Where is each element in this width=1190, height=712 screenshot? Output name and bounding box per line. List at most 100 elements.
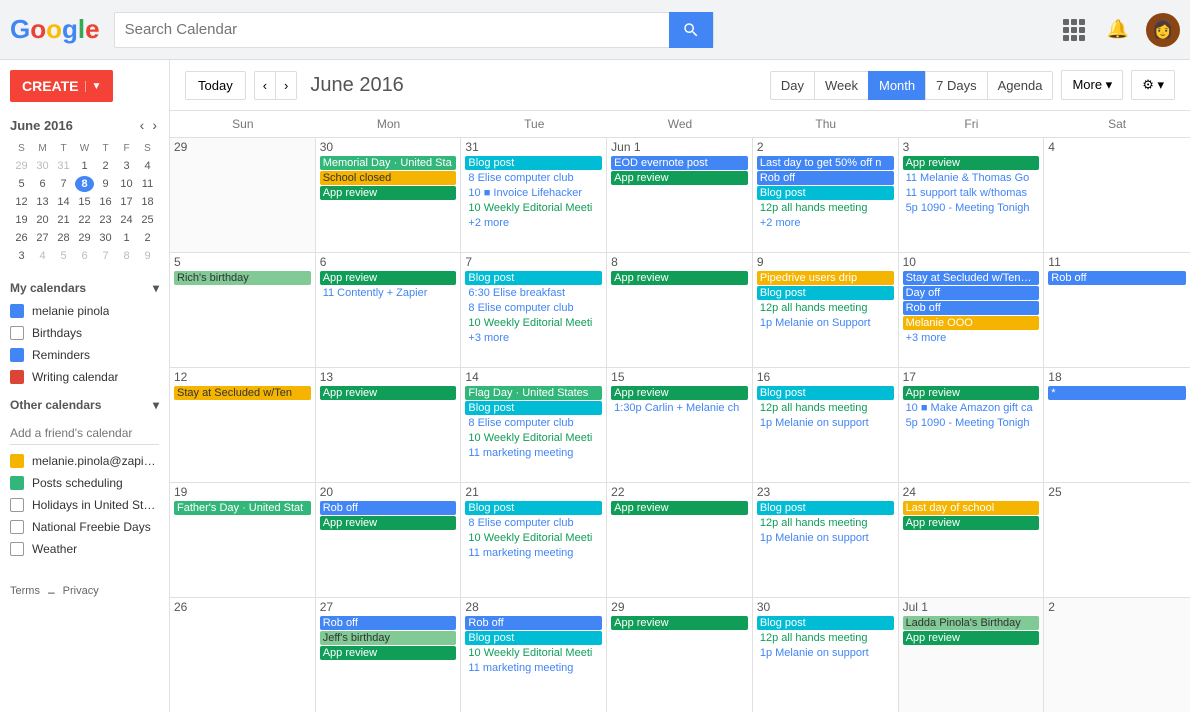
calendar-cell[interactable]: 19Father's Day · United Stat (170, 483, 316, 597)
calendar-cell[interactable]: 22App review (607, 483, 753, 597)
calendar-cell[interactable]: 7Blog post6:30 Elise breakfast8 Elise co… (461, 253, 607, 367)
calendar-event[interactable]: Rob off (465, 616, 602, 630)
calendar-event[interactable]: App review (611, 271, 748, 285)
mini-cal-day[interactable]: 25 (138, 212, 157, 228)
settings-button[interactable]: ⚙ ▾ (1131, 70, 1175, 100)
prev-button[interactable]: ‹ (254, 71, 275, 100)
mini-cal-day[interactable]: 12 (12, 194, 31, 210)
mini-cal-day[interactable]: 21 (54, 212, 73, 228)
calendar-event[interactable]: Blog post (465, 156, 602, 170)
calendar-event[interactable]: Melanie OOO (903, 316, 1040, 330)
calendar-event[interactable]: 5p 1090 - Meeting Tonigh (903, 416, 1040, 430)
search-button[interactable] (669, 12, 713, 48)
calendar-event[interactable]: App review (320, 516, 457, 530)
calendar-event[interactable]: Blog post (757, 616, 894, 630)
mini-cal-day[interactable]: 4 (33, 248, 52, 264)
calendar-cell[interactable]: 28Rob offBlog post10 Weekly Editorial Me… (461, 598, 607, 712)
calendar-event[interactable]: 12p all hands meeting (757, 301, 894, 315)
calendar-event[interactable]: 12p all hands meeting (757, 631, 894, 645)
more-button[interactable]: More ▾ (1061, 70, 1123, 100)
calendar-cell[interactable]: 2 (1044, 598, 1190, 712)
calendar-cell[interactable]: 25 (1044, 483, 1190, 597)
calendar-event[interactable]: Rob off (903, 301, 1040, 315)
calendar-cell[interactable]: 30Blog post12p all hands meeting1p Melan… (753, 598, 899, 712)
sidebar-item-weather[interactable]: Weather (0, 538, 169, 560)
calendar-event[interactable]: * (1048, 386, 1186, 400)
mini-prev-button[interactable]: ‹ (138, 117, 147, 133)
calendar-event[interactable]: Rob off (1048, 271, 1186, 285)
mini-cal-day[interactable]: 28 (54, 230, 73, 246)
privacy-link[interactable]: Privacy (63, 585, 99, 599)
mini-cal-day[interactable]: 15 (75, 194, 94, 210)
view-agenda-button[interactable]: Agenda (987, 71, 1054, 100)
calendar-event[interactable]: 10 ■ Invoice Lifehacker (465, 186, 602, 200)
mini-next-button[interactable]: › (150, 117, 159, 133)
calendar-event[interactable]: Pipedrive users drip (757, 271, 894, 285)
birthdays-checkbox[interactable] (10, 326, 24, 340)
holidays-checkbox[interactable] (10, 498, 24, 512)
calendar-cell[interactable]: Jul 1Ladda Pinola's BirthdayApp review (899, 598, 1045, 712)
sidebar-item-reminders[interactable]: Reminders (0, 344, 169, 366)
calendar-event[interactable]: Stay at Secluded w/Tennis/Koi Pond/Hot T… (903, 271, 1040, 285)
notifications-icon[interactable]: 🔔 (1102, 14, 1134, 46)
calendar-event[interactable]: +2 more (757, 216, 894, 230)
mini-cal-day[interactable]: 5 (12, 176, 31, 192)
calendar-event[interactable]: Last day of school (903, 501, 1040, 515)
calendar-event[interactable]: EOD evernote post (611, 156, 748, 170)
calendar-cell[interactable]: 16Blog post12p all hands meeting1p Melan… (753, 368, 899, 482)
calendar-event[interactable]: 1:30p Carlin + Melanie ch (611, 401, 748, 415)
calendar-event[interactable]: Day off (903, 286, 1040, 300)
mini-cal-day[interactable]: 20 (33, 212, 52, 228)
calendar-cell[interactable]: 3App review11 Melanie & Thomas Go11 supp… (899, 138, 1045, 252)
calendar-event[interactable]: +3 more (903, 331, 1040, 345)
freebie-days-checkbox[interactable] (10, 520, 24, 534)
calendar-cell[interactable]: 29App review (607, 598, 753, 712)
calendar-event[interactable]: 6:30 Elise breakfast (465, 286, 602, 300)
calendar-event[interactable]: 11 marketing meeting (465, 661, 602, 675)
calendar-event[interactable]: App review (611, 616, 748, 630)
mini-cal-day[interactable]: 31 (54, 158, 73, 174)
calendar-event[interactable]: Flag Day · United States (465, 386, 602, 400)
mini-cal-day[interactable]: 6 (75, 248, 94, 264)
calendar-cell[interactable]: 27Rob offJeff's birthdayApp review (316, 598, 462, 712)
calendar-cell[interactable]: 13App review (316, 368, 462, 482)
other-calendars-title[interactable]: Other calendars ▾ (0, 393, 169, 417)
mini-cal-day[interactable]: 19 (12, 212, 31, 228)
today-button[interactable]: Today (185, 71, 246, 100)
mini-cal-day[interactable]: 7 (54, 176, 73, 192)
mini-cal-day[interactable]: 27 (33, 230, 52, 246)
sidebar-item-zapier[interactable]: melanie.pinola@zapie... (0, 450, 169, 472)
mini-cal-day[interactable]: 29 (12, 158, 31, 174)
calendar-event[interactable]: 10 Weekly Editorial Meeti (465, 431, 602, 445)
mini-cal-day[interactable]: 3 (12, 248, 31, 264)
calendar-cell[interactable]: 29 (170, 138, 316, 252)
mini-cal-day[interactable]: 7 (96, 248, 115, 264)
calendar-cell[interactable]: 11Rob off (1044, 253, 1190, 367)
calendar-cell[interactable]: 12Stay at Secluded w/Ten (170, 368, 316, 482)
calendar-event[interactable]: Blog post (757, 386, 894, 400)
calendar-event[interactable]: App review (903, 156, 1040, 170)
calendar-event[interactable]: 1p Melanie on Support (757, 316, 894, 330)
calendar-event[interactable]: 8 Elise computer club (465, 301, 602, 315)
mini-cal-day[interactable]: 1 (117, 230, 136, 246)
calendar-event[interactable]: App review (611, 501, 748, 515)
calendar-event[interactable]: Ladda Pinola's Birthday (903, 616, 1040, 630)
calendar-cell[interactable]: 8App review (607, 253, 753, 367)
calendar-event[interactable]: 1p Melanie on support (757, 416, 894, 430)
mini-cal-day[interactable]: 1 (75, 158, 94, 174)
mini-cal-day[interactable]: 8 (117, 248, 136, 264)
calendar-cell[interactable]: 31Blog post8 Elise computer club10 ■ Inv… (461, 138, 607, 252)
add-friend-input[interactable] (10, 422, 159, 445)
weather-checkbox[interactable] (10, 542, 24, 556)
calendar-event[interactable]: Rob off (320, 501, 457, 515)
calendar-cell[interactable]: 2Last day to get 50% off nRob offBlog po… (753, 138, 899, 252)
mini-cal-day[interactable]: 22 (75, 212, 94, 228)
calendar-cell[interactable]: 18* (1044, 368, 1190, 482)
calendar-event[interactable]: 1p Melanie on support (757, 646, 894, 660)
calendar-event[interactable]: 8 Elise computer club (465, 171, 602, 185)
sidebar-item-birthdays[interactable]: Birthdays (0, 322, 169, 344)
calendar-event[interactable]: 11 support talk w/thomas (903, 186, 1040, 200)
calendar-event[interactable]: Father's Day · United Stat (174, 501, 311, 515)
calendar-event[interactable]: Memorial Day · United Sta (320, 156, 457, 170)
apps-icon[interactable] (1058, 14, 1090, 46)
